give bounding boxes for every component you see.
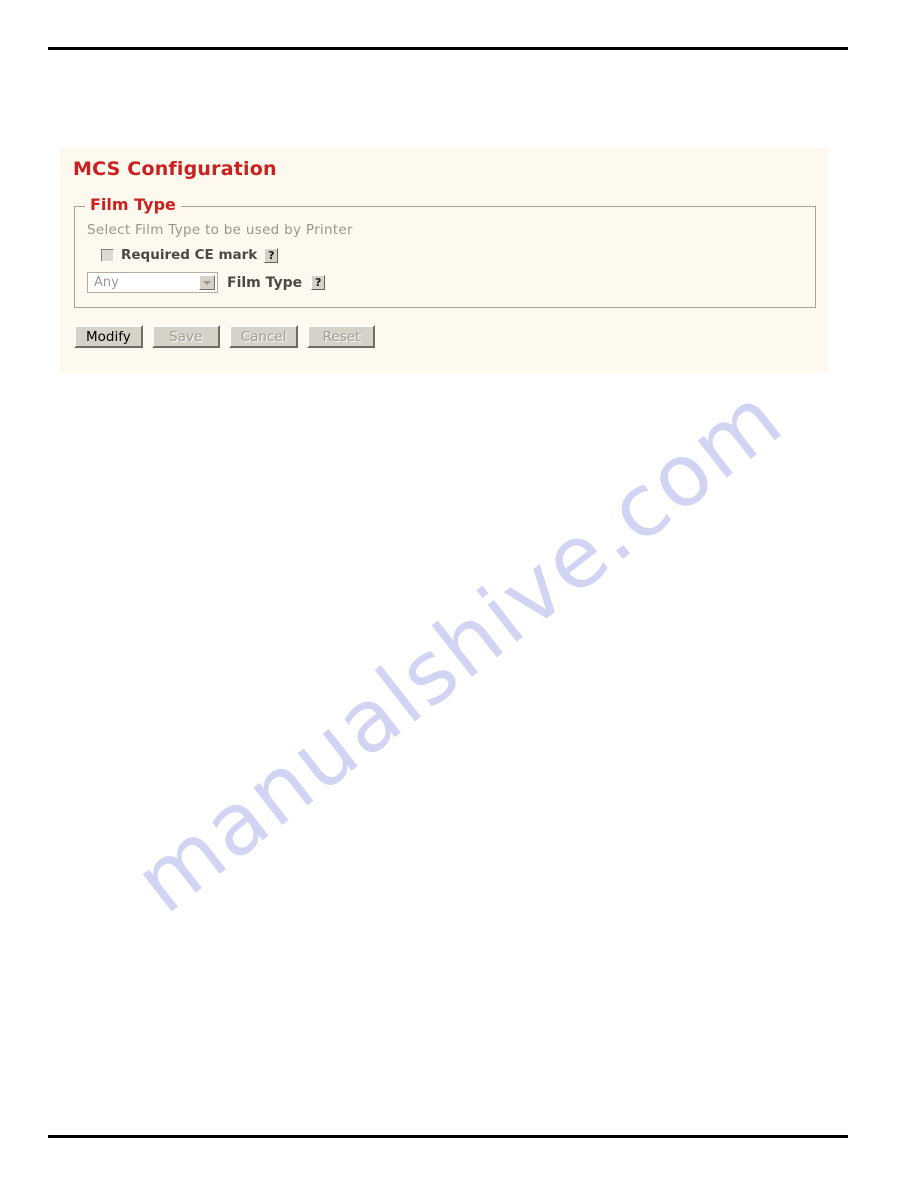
chevron-down-icon[interactable]	[199, 275, 215, 290]
header-divider	[48, 47, 848, 50]
film-type-fieldset: Film Type Select Film Type to be used by…	[74, 195, 816, 308]
cancel-button: Cancel	[228, 325, 299, 348]
fieldset-description: Select Film Type to be used by Printer	[87, 222, 353, 238]
required-ce-mark-label: Required CE mark	[121, 247, 258, 263]
page-watermark: manualshive.com	[0, 300, 918, 1000]
film-type-select[interactable]: Any	[87, 272, 218, 293]
modify-button[interactable]: Modify	[74, 325, 143, 348]
film-type-row: Any Film Type ?	[87, 272, 326, 293]
ce-mark-help-icon[interactable]: ?	[264, 247, 279, 263]
film-type-help-icon[interactable]: ?	[311, 275, 326, 290]
save-button: Save	[151, 325, 220, 348]
film-type-label: Film Type	[227, 274, 303, 291]
page-title: MCS Configuration	[73, 158, 277, 180]
footer-divider	[48, 1135, 848, 1138]
ce-mark-row: Required CE mark ?	[101, 247, 279, 263]
watermark-text: manualshive.com	[116, 367, 802, 933]
fieldset-legend: Film Type	[85, 195, 181, 214]
film-type-selected-value: Any	[94, 275, 119, 290]
required-ce-mark-checkbox[interactable]	[101, 248, 114, 262]
reset-button: Reset	[307, 325, 376, 348]
button-bar: Modify Save Cancel Reset	[74, 325, 376, 348]
mcs-configuration-panel: MCS Configuration Film Type Select Film …	[60, 148, 828, 373]
